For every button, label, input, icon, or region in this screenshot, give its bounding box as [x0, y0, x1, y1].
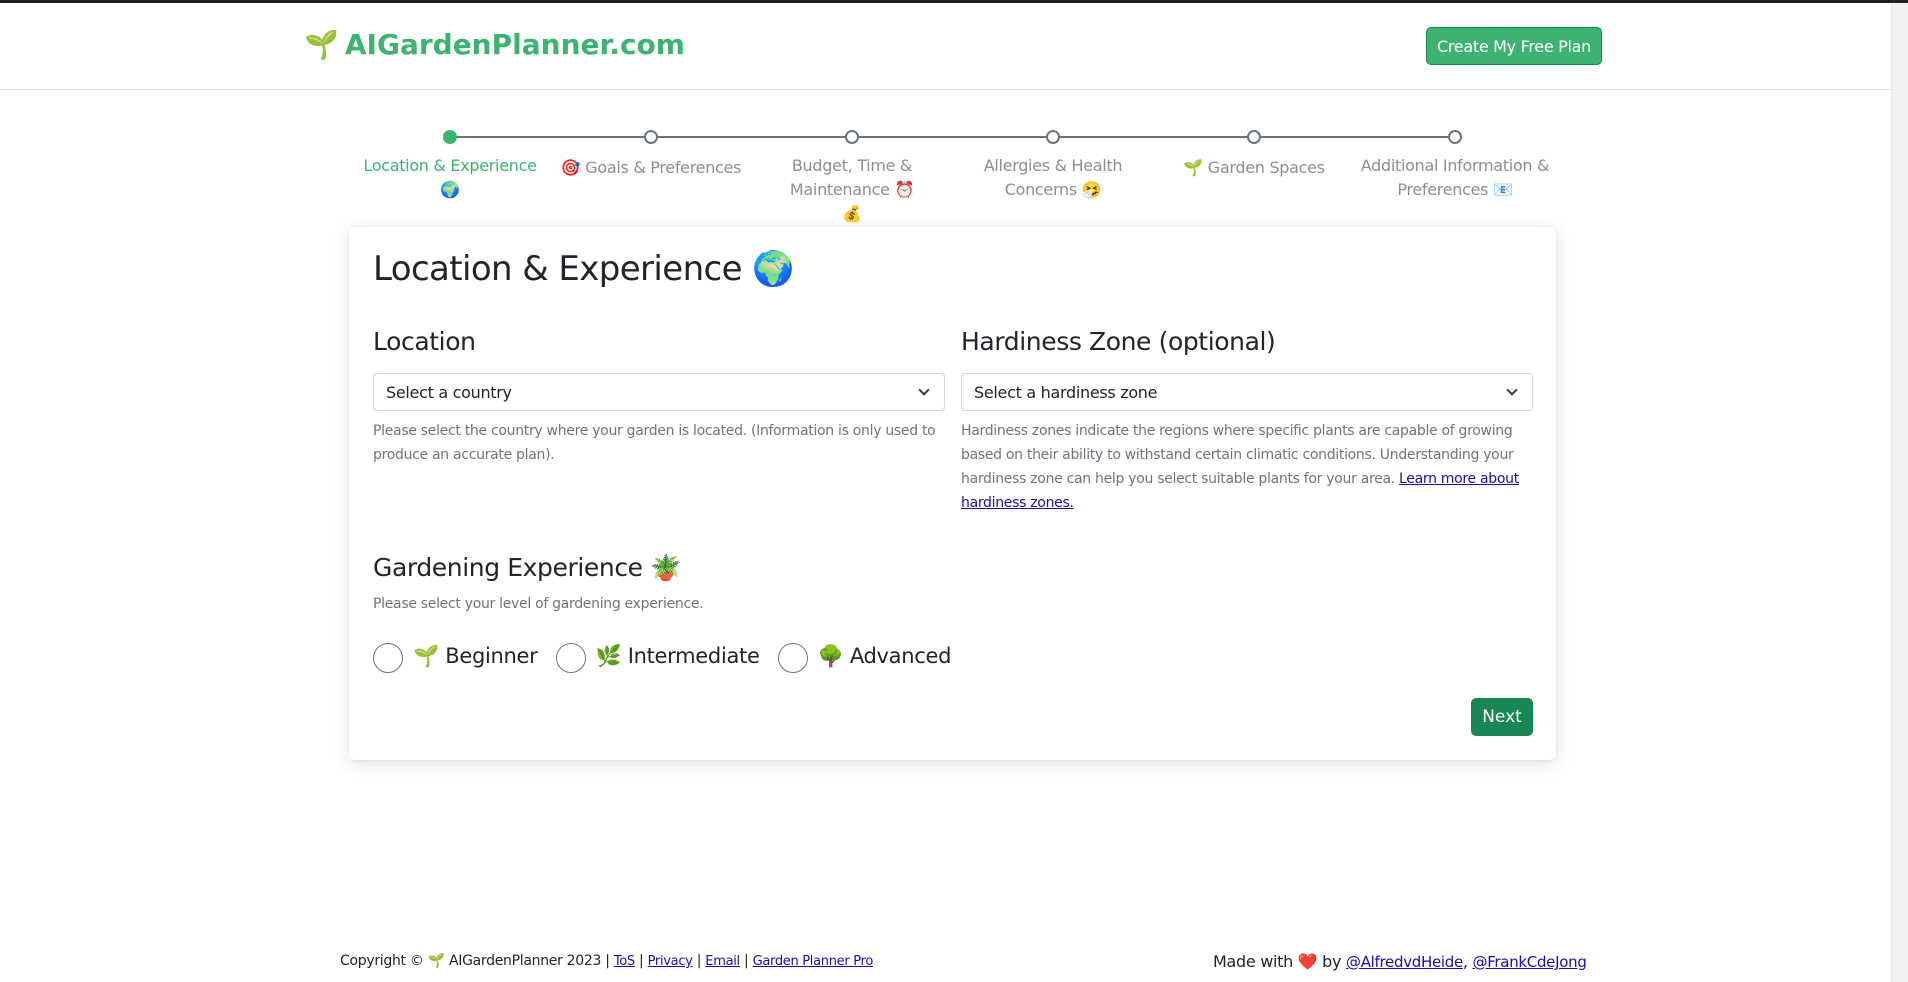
hardiness-select-value: Select a hardiness zone	[974, 382, 1158, 402]
country-select[interactable]: Select a country	[373, 373, 945, 411]
page-scrollbar[interactable]	[1891, 3, 1908, 982]
author-link-frank[interactable]: @FrankCdeJong	[1473, 953, 1587, 971]
next-button[interactable]: Next	[1471, 698, 1533, 736]
step-budget-time-maintenance[interactable]: Budget, Time & Maintenance ⏰💰	[757, 130, 947, 226]
radio-option-intermediate[interactable]: 🌿 Intermediate	[555, 639, 760, 673]
sprout-icon: 🌱	[304, 28, 339, 61]
step-label: Location & Experience 🌍	[363, 156, 537, 199]
by-text: by	[1322, 952, 1342, 971]
radio-option-advanced[interactable]: 🌳 Advanced	[777, 639, 952, 673]
copyright-text: Copyright © 🌱 AIGardenPlanner 2023 |	[340, 953, 610, 969]
step-dot	[644, 130, 658, 144]
radio-label[interactable]: 🌿 Intermediate	[596, 644, 760, 669]
step-dot	[1247, 130, 1261, 144]
experience-radio-group: 🌱 Beginner 🌿 Intermediate 🌳 Advanced	[373, 639, 969, 673]
step-label: Budget, Time & Maintenance ⏰💰	[789, 156, 915, 223]
radio-label[interactable]: 🌳 Advanced	[818, 644, 952, 669]
hardiness-zone-select[interactable]: Select a hardiness zone	[961, 373, 1533, 411]
hardiness-help-text: Hardiness zones indicate the regions whe…	[961, 419, 1533, 515]
form-card: Location & Experience 🌍 Location Select …	[349, 227, 1556, 760]
brand-logo-link[interactable]: 🌱 AIGardenPlanner.com	[304, 28, 685, 61]
footer-link-email[interactable]: Email	[705, 954, 740, 969]
radio-advanced[interactable]	[777, 643, 808, 673]
form-title: Location & Experience 🌍	[373, 249, 794, 289]
chevron-down-icon	[918, 384, 930, 396]
footer-copyright: Copyright © 🌱 AIGardenPlanner 2023 | ToS…	[340, 953, 873, 969]
step-dot	[1448, 130, 1462, 144]
step-location-experience[interactable]: Location & Experience 🌍	[355, 130, 545, 202]
step-goals-preferences[interactable]: 🎯 Goals & Preferences	[556, 130, 746, 180]
author-link-alfred[interactable]: @AlfredvdHeide	[1346, 953, 1463, 971]
step-allergies-health[interactable]: Allergies & Health Concerns 🤧	[958, 130, 1148, 202]
experience-help-text: Please select your level of gardening ex…	[373, 596, 704, 612]
step-label: Allergies & Health Concerns 🤧	[983, 156, 1123, 199]
create-free-plan-button[interactable]: Create My Free Plan	[1426, 27, 1602, 65]
radio-beginner[interactable]	[373, 643, 403, 673]
step-dot	[1046, 130, 1060, 144]
made-with-text: Made with	[1213, 952, 1293, 971]
step-dot	[845, 130, 859, 144]
step-dot-active	[443, 130, 457, 144]
radio-option-beginner[interactable]: 🌱 Beginner	[373, 639, 538, 673]
site-header: 🌱 AIGardenPlanner.com Create My Free Pla…	[0, 3, 1891, 90]
footer-link-garden-planner-pro[interactable]: Garden Planner Pro	[753, 954, 874, 969]
location-heading: Location	[373, 327, 476, 356]
radio-intermediate[interactable]	[555, 643, 586, 673]
footer-link-privacy[interactable]: Privacy	[648, 954, 693, 969]
location-help-text: Please select the country where your gar…	[373, 423, 936, 463]
step-label: Additional Information & Preferences 📧	[1360, 156, 1550, 199]
step-label: 🎯 Goals & Preferences	[560, 158, 742, 177]
footer-credits: Made with ❤️ by @AlfredvdHeide, @FrankCd…	[1213, 952, 1587, 971]
step-garden-spaces[interactable]: 🌱 Garden Spaces	[1159, 130, 1349, 180]
footer-link-tos[interactable]: ToS	[614, 954, 635, 969]
brand-name: AIGardenPlanner.com	[344, 28, 685, 61]
heart-icon: ❤️	[1297, 952, 1318, 971]
chevron-down-icon	[1506, 384, 1518, 396]
country-select-value: Select a country	[386, 382, 512, 402]
step-additional-information[interactable]: Additional Information & Preferences 📧	[1360, 130, 1550, 202]
step-label: 🌱 Garden Spaces	[1183, 158, 1325, 177]
experience-heading: Gardening Experience 🪴	[373, 553, 681, 582]
radio-label[interactable]: 🌱 Beginner	[413, 644, 538, 669]
hardiness-heading: Hardiness Zone (optional)	[961, 327, 1276, 356]
